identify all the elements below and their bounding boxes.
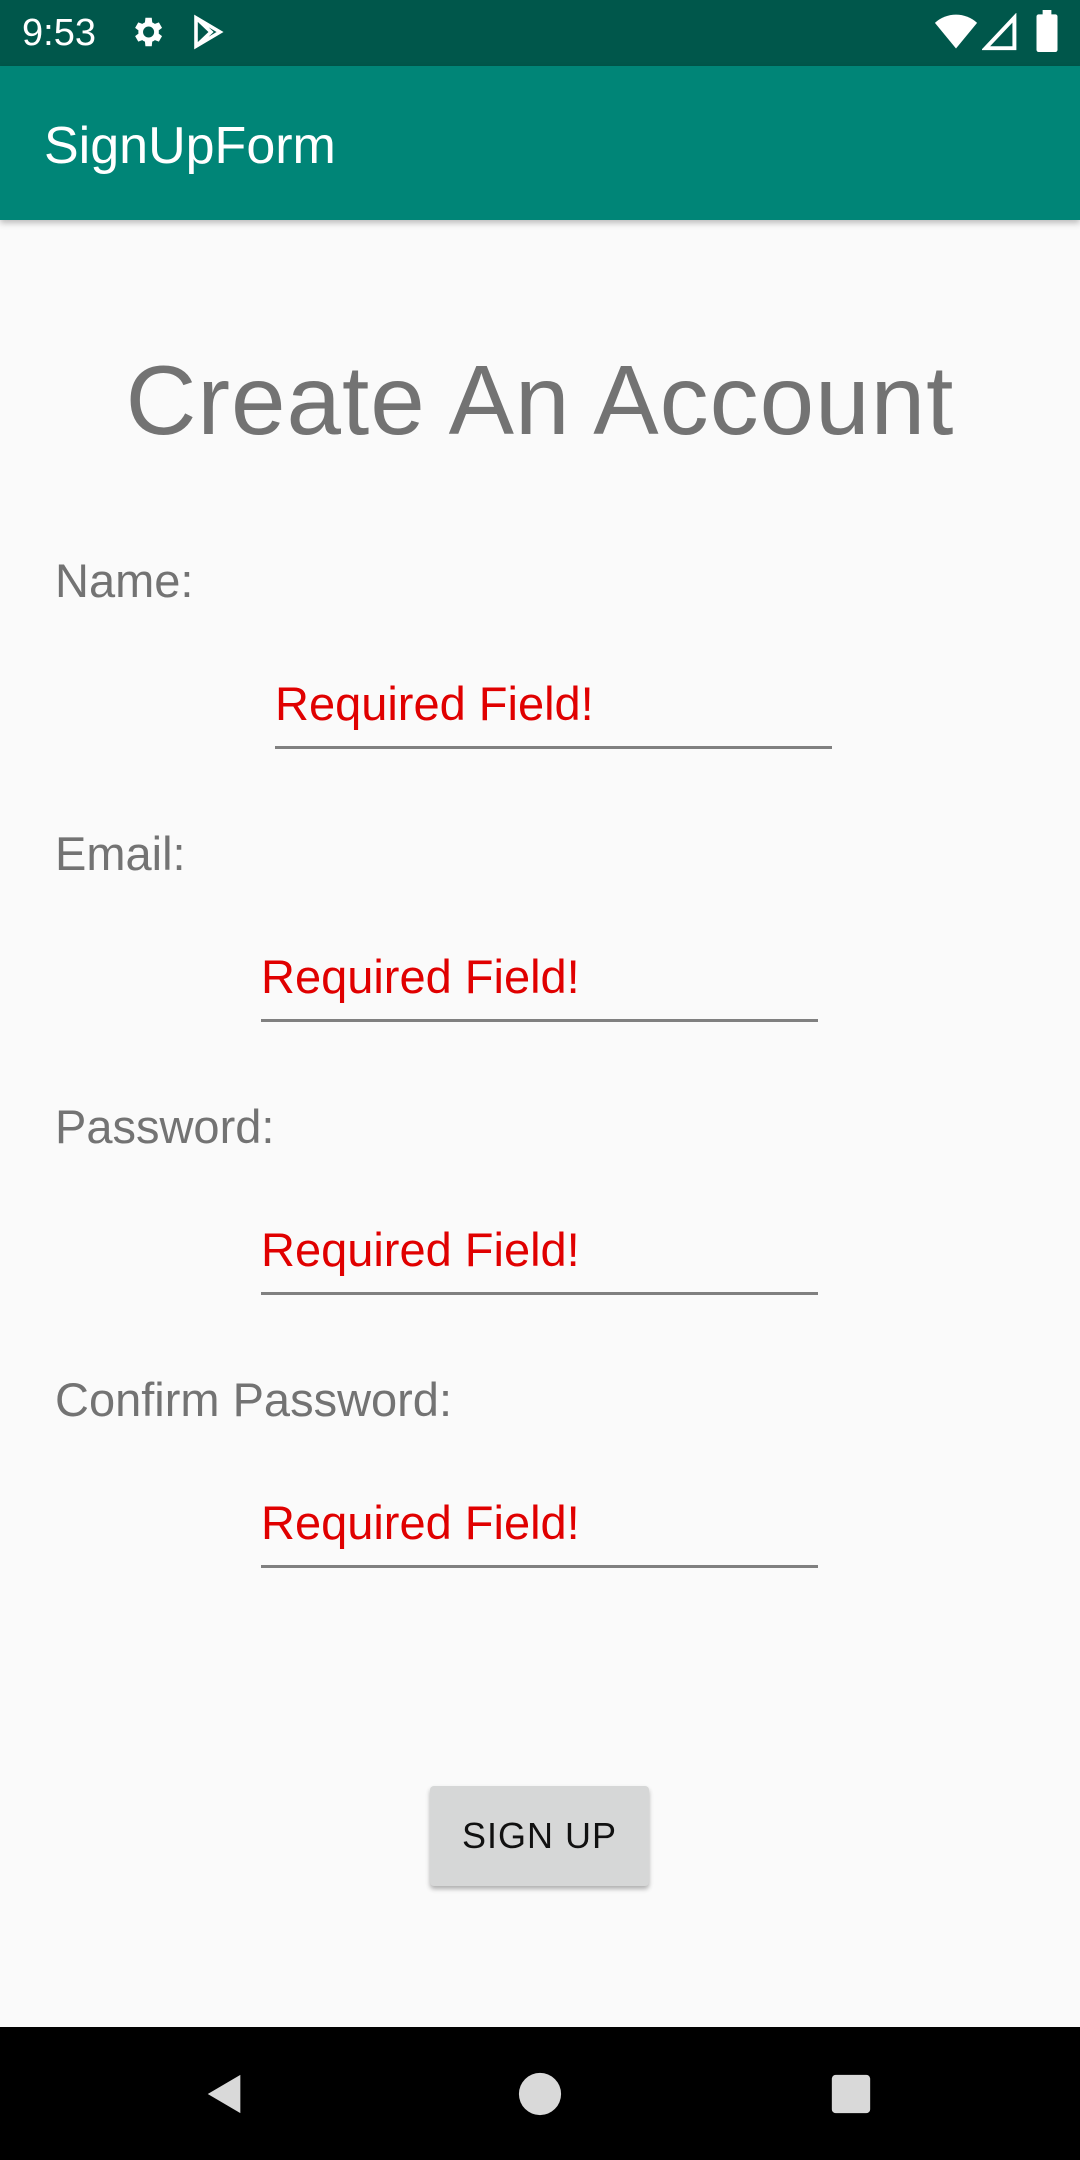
page-title: Create An Account	[125, 345, 955, 455]
status-bar: 9:53	[0, 0, 1080, 66]
status-time: 9:53	[22, 12, 96, 54]
back-icon[interactable]	[202, 2071, 248, 2122]
confirm-password-field[interactable]: Required Field!	[261, 1493, 818, 1568]
sign-up-button[interactable]: SIGN UP	[430, 1786, 649, 1886]
play-store-icon	[190, 13, 226, 56]
email-field-error: Required Field!	[261, 950, 580, 1003]
name-field[interactable]: Required Field!	[275, 674, 832, 749]
password-label: Password:	[55, 1100, 275, 1153]
wifi-icon	[934, 13, 978, 56]
email-field[interactable]: Required Field!	[261, 947, 818, 1022]
signal-icon	[981, 12, 1018, 56]
confirm-password-label: Confirm Password:	[55, 1373, 452, 1426]
email-label: Email:	[55, 827, 186, 880]
name-field-error: Required Field!	[275, 677, 594, 730]
app-title: SignUpForm	[44, 117, 336, 175]
navigation-bar	[0, 2027, 1080, 2160]
home-icon[interactable]	[517, 2071, 563, 2122]
password-field-error: Required Field!	[261, 1223, 580, 1276]
password-field[interactable]: Required Field!	[261, 1220, 818, 1295]
confirm-password-field-error: Required Field!	[261, 1496, 580, 1549]
app-bar: SignUpForm	[0, 66, 1080, 220]
gear-icon	[128, 13, 166, 56]
name-label: Name:	[55, 554, 194, 607]
recents-icon[interactable]	[828, 2071, 874, 2122]
battery-icon	[1036, 10, 1058, 57]
